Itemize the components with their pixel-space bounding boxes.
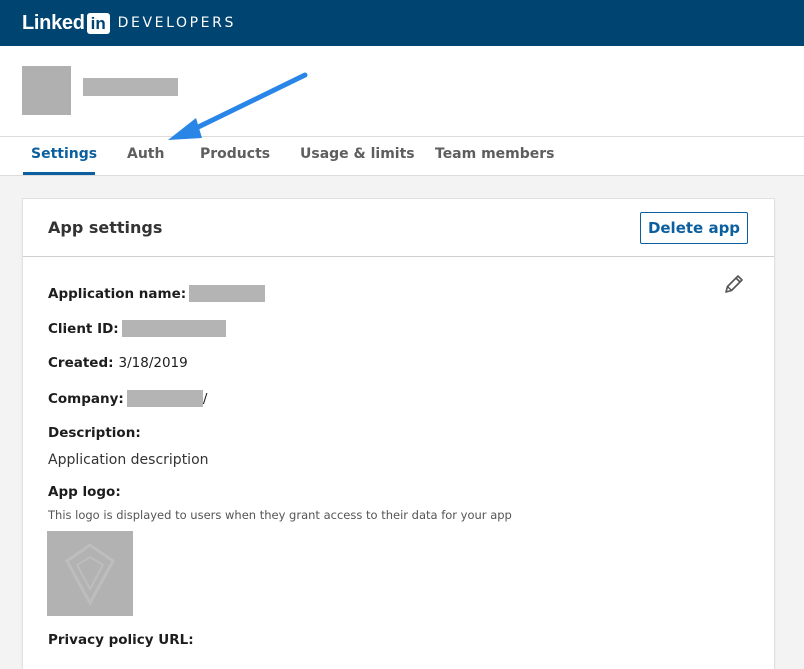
app-header: [0, 46, 804, 137]
tab-settings[interactable]: Settings: [23, 137, 97, 175]
application-name-label: Application name:: [48, 285, 187, 302]
company-row: Company: /: [48, 390, 207, 407]
app-tabs: Settings Auth Products Usage & limits Te…: [0, 137, 804, 176]
app-thumbnail-redacted: [22, 66, 71, 115]
app-logo-help-text: This logo is displayed to users when the…: [48, 508, 512, 522]
edit-pencil-icon[interactable]: [723, 273, 745, 295]
tab-auth[interactable]: Auth: [127, 137, 164, 175]
company-redacted: [126, 390, 203, 407]
application-name-redacted: [189, 285, 266, 302]
logo-wordmark: Linked: [22, 11, 85, 34]
company-suffix: /: [202, 390, 208, 407]
app-settings-card: App settings Delete app Application name…: [23, 199, 774, 669]
client-id-label: Client ID:: [48, 320, 119, 337]
app-logo-image: [47, 531, 133, 616]
logo-in-box: in: [86, 12, 110, 34]
privacy-policy-row: Privacy policy URL:: [48, 632, 194, 648]
delete-app-button[interactable]: Delete app: [640, 212, 748, 244]
description-value: Application description: [48, 452, 209, 468]
client-id-row: Client ID:: [48, 320, 226, 337]
description-label: Description:: [48, 425, 141, 441]
tab-team-members[interactable]: Team members: [435, 137, 555, 175]
app-logo-placeholder-icon: [65, 543, 115, 607]
app-logo-row: App logo:: [48, 484, 121, 500]
developers-label: DEVELOPERS: [117, 15, 236, 31]
linkedin-developers-logo[interactable]: Linked in DEVELOPERS: [22, 12, 236, 35]
app-logo-label: App logo:: [48, 484, 121, 500]
top-navigation-bar: Linked in DEVELOPERS: [0, 0, 804, 46]
created-label: Created:: [48, 355, 114, 371]
client-id-redacted: [121, 320, 226, 337]
annotation-arrow: [168, 72, 308, 140]
created-value: 3/18/2019: [118, 355, 188, 371]
card-title: App settings: [48, 218, 163, 237]
company-label: Company:: [48, 390, 124, 407]
description-row: Description:: [48, 425, 141, 441]
application-name-row: Application name:: [48, 285, 266, 302]
created-row: Created: 3/18/2019: [48, 355, 188, 371]
card-header: App settings Delete app: [23, 199, 774, 257]
privacy-policy-label: Privacy policy URL:: [48, 632, 194, 648]
